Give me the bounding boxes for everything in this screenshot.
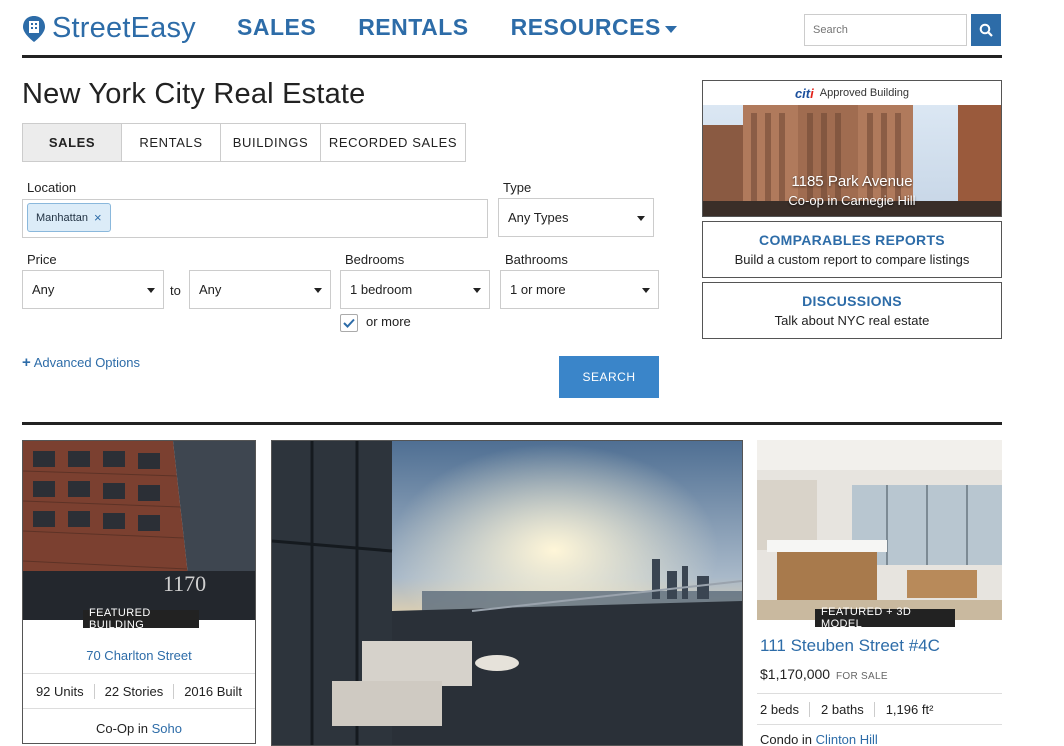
comparables-reports-desc: Build a custom report to compare listing… xyxy=(734,252,970,267)
discussions-card[interactable]: DISCUSSIONS Talk about NYC real estate xyxy=(702,282,1002,339)
approved-building-promo[interactable]: citi Approved Building 1185 Park Avenue … xyxy=(702,80,1002,217)
or-more-checkbox[interactable] xyxy=(340,314,358,332)
location-chip-label: Manhattan xyxy=(36,211,88,224)
type-select-value: Any Types xyxy=(508,210,569,225)
caret-down-icon xyxy=(637,216,645,221)
svg-text:1170: 1170 xyxy=(163,571,206,596)
promo-title: 1185 Park Avenue xyxy=(791,173,913,190)
building-type-label: Co-Op in xyxy=(95,721,149,736)
comparables-reports-title: COMPARABLES REPORTS xyxy=(759,232,945,248)
featured-listing-card[interactable]: FEATURED + 3D MODEL 111 Steuben Street #… xyxy=(757,440,1002,746)
section-divider xyxy=(22,422,1002,425)
close-icon[interactable]: × xyxy=(94,210,102,225)
location-label: Location xyxy=(27,180,77,195)
discussions-title: DISCUSSIONS xyxy=(802,293,902,309)
search-button[interactable] xyxy=(971,14,1001,46)
listing-price: $1,170,000 FOR SALE xyxy=(760,666,888,682)
map-pin-icon xyxy=(23,15,45,42)
logo-text: StreetEasy xyxy=(52,12,196,44)
main-nav: SALES RENTALS RESOURCES xyxy=(237,14,719,41)
plus-icon: + xyxy=(22,354,31,371)
promo-header: citi Approved Building xyxy=(703,81,1001,105)
tab-buildings[interactable]: BUILDINGS xyxy=(221,124,321,161)
listing-baths: 2 baths xyxy=(818,701,875,717)
building-stats: 92 Units 22 Stories 2016 Built xyxy=(23,673,255,709)
featured-building-badge: FEATURED BUILDING xyxy=(83,607,199,631)
featured-building-name[interactable]: 70 Charlton Street xyxy=(23,648,255,663)
listing-type-label: Condo in xyxy=(760,732,813,746)
listing-neighborhood-link[interactable]: Clinton Hill xyxy=(816,732,878,746)
bathrooms-select[interactable]: 1 or more xyxy=(500,270,659,309)
citi-logo: citi xyxy=(794,85,814,101)
bedrooms-label: Bedrooms xyxy=(345,252,405,267)
nav-resources-label: RESOURCES xyxy=(510,14,661,40)
bathrooms-value: 1 or more xyxy=(510,282,566,297)
tab-sales[interactable]: SALES xyxy=(23,124,122,161)
header-divider xyxy=(22,55,1002,58)
streeteasy-logo[interactable]: StreetEasy xyxy=(22,12,196,45)
listing-type: Condo in Clinton Hill xyxy=(760,732,878,746)
discussions-desc: Talk about NYC real estate xyxy=(774,313,930,328)
checkmark-icon xyxy=(343,318,355,328)
type-label: Type xyxy=(503,180,532,195)
caret-down-icon xyxy=(664,25,677,33)
price-min-value: Any xyxy=(32,282,55,297)
terrace-photo xyxy=(272,441,742,745)
price-to-label: to xyxy=(170,283,181,298)
price-min-select[interactable]: Any xyxy=(22,270,164,309)
apartment-photo xyxy=(757,440,1002,620)
building-year-built: 2016 Built xyxy=(184,683,243,699)
nav-sales-label: SALES xyxy=(237,14,317,40)
listing-stats: 2 beds 2 baths 1,196 ft² xyxy=(757,693,1002,725)
building-type: Co-Op in Soho xyxy=(23,721,255,736)
building-neighborhood-link[interactable]: Soho xyxy=(152,721,182,736)
bedrooms-select[interactable]: 1 bedroom xyxy=(340,270,490,309)
nav-sales[interactable]: SALES xyxy=(237,14,316,41)
bedrooms-value: 1 bedroom xyxy=(350,282,413,297)
price-label: Price xyxy=(27,252,57,267)
listing-status: FOR SALE xyxy=(835,671,888,682)
tab-recorded-sales[interactable]: RECORDED SALES xyxy=(321,124,465,161)
listing-address[interactable]: 111 Steuben Street #4C xyxy=(760,636,940,656)
bathrooms-label: Bathrooms xyxy=(505,252,568,267)
nav-rentals-label: RENTALS xyxy=(358,14,469,40)
search-submit-button[interactable]: SEARCH xyxy=(559,356,659,398)
featured-building-card[interactable]: 1170 FEATURED BUILDING 70 Charlton Stree… xyxy=(22,440,256,744)
caret-down-icon xyxy=(642,288,650,293)
hero-image[interactable] xyxy=(271,440,743,746)
nav-resources[interactable]: RESOURCES xyxy=(511,14,677,41)
promo-badge: Approved Building xyxy=(819,87,910,99)
page-title: New York City Real Estate xyxy=(22,78,366,110)
price-max-select[interactable]: Any xyxy=(189,270,331,309)
listing-sqft: 1,196 ft² xyxy=(885,701,934,717)
price-max-value: Any xyxy=(199,282,222,297)
building-photo: 1170 xyxy=(23,441,255,620)
tab-rentals[interactable]: RENTALS xyxy=(122,124,221,161)
comparables-reports-card[interactable]: COMPARABLES REPORTS Build a custom repor… xyxy=(702,221,1002,278)
search-icon xyxy=(979,23,993,37)
building-units: 92 Units xyxy=(26,683,95,699)
featured-listing-badge: FEATURED + 3D MODEL xyxy=(815,606,955,630)
location-input[interactable]: Manhattan × xyxy=(22,199,488,238)
advanced-options-label: Advanced Options xyxy=(33,355,140,370)
listing-beds: 2 beds xyxy=(757,701,811,717)
listing-price-value: $1,170,000 xyxy=(760,666,831,682)
caret-down-icon xyxy=(314,288,322,293)
advanced-options-link[interactable]: + Advanced Options xyxy=(22,354,140,371)
search-input[interactable] xyxy=(804,14,967,46)
search-tabs: SALES RENTALS BUILDINGS RECORDED SALES xyxy=(22,123,466,162)
type-select[interactable]: Any Types xyxy=(498,198,654,237)
or-more-label: or more xyxy=(366,314,411,329)
nav-rentals[interactable]: RENTALS xyxy=(358,14,468,41)
building-stories: 22 Stories xyxy=(95,683,175,699)
location-chip[interactable]: Manhattan × xyxy=(27,203,111,232)
caret-down-icon xyxy=(147,288,155,293)
promo-subtitle: Co-op in Carnegie Hill xyxy=(788,193,916,208)
caret-down-icon xyxy=(473,288,481,293)
